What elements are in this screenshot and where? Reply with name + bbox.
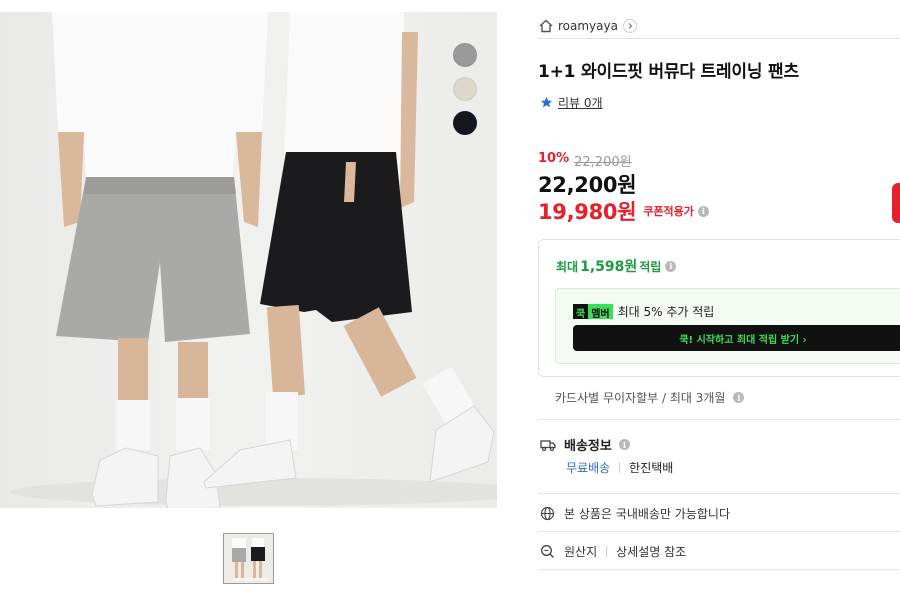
- info-icon[interactable]: i: [665, 260, 677, 272]
- buy-button[interactable]: [892, 183, 900, 223]
- membership-badge: 쿡 멤버: [573, 304, 613, 320]
- truck-icon: [540, 439, 556, 451]
- color-swatches: [453, 43, 479, 145]
- points-suffix: 적립: [639, 259, 662, 274]
- product-title: 1+1 와이드핏 버뮤다 트레이닝 팬츠: [538, 62, 799, 82]
- product-photo: [10, 12, 497, 508]
- origin-row: 원산지 상세설명 참조: [540, 543, 686, 560]
- points-amount: 1,598원: [580, 259, 638, 275]
- thumbnail-photo: [232, 538, 267, 581]
- review-row[interactable]: 리뷰 0개: [540, 94, 603, 111]
- installment-text: 카드사별 무이자할부 / 최대 3개월: [555, 391, 726, 405]
- badge-part-a: 쿡: [573, 304, 589, 320]
- info-icon[interactable]: i: [618, 439, 630, 450]
- membership-box: 쿡 멤버 최대 5% 추가 적립 쿡! 시작하고 최대 적립 받기 ›: [555, 288, 900, 364]
- product-info-panel: roamyaya 1+1 와이드핏 버뮤다 트레이닝 팬츠 리뷰 0개 10% …: [538, 0, 900, 603]
- product-thumbnail[interactable]: [223, 533, 274, 584]
- review-link[interactable]: 리뷰 0개: [558, 94, 603, 111]
- magnifier-icon: [541, 545, 554, 558]
- divider: [538, 531, 900, 532]
- coupon-price-row: 19,980원 쿠폰적용가 i: [538, 196, 709, 226]
- swatch-beige[interactable]: [453, 77, 477, 101]
- swatch-gray[interactable]: [453, 43, 477, 67]
- chevron-right-icon[interactable]: [622, 18, 637, 33]
- swatch-black[interactable]: [453, 111, 477, 135]
- store-name[interactable]: roamyaya: [558, 19, 618, 33]
- sale-price: 22,200원: [538, 173, 637, 197]
- origin-value: 상세설명 참조: [616, 545, 687, 559]
- domestic-shipping-row: 본 상품은 국내배송만 가능합니다: [540, 505, 730, 522]
- product-main-image[interactable]: [0, 12, 497, 508]
- info-icon[interactable]: i: [697, 205, 709, 217]
- shipping-label: 배송정보: [564, 439, 612, 454]
- domestic-text: 본 상품은 국내배송만 가능합니다: [564, 507, 731, 521]
- divider: [538, 419, 900, 420]
- points-prefix: 최대: [556, 259, 579, 274]
- divider: [538, 569, 900, 570]
- coupon-label: 쿠폰적용가: [643, 205, 694, 218]
- separator: [619, 462, 621, 473]
- installment-info: 카드사별 무이자할부 / 최대 3개월 i: [555, 389, 745, 406]
- coupon-price: 19,980원: [538, 200, 637, 224]
- info-icon[interactable]: i: [733, 392, 745, 403]
- shipping-header: 배송정보 i: [540, 435, 630, 454]
- shipping-carrier: 한진택배: [629, 461, 674, 475]
- free-shipping: 무료배송: [566, 461, 611, 475]
- badge-part-b: 멤버: [588, 304, 613, 320]
- divider: [538, 493, 900, 494]
- separator: [606, 546, 608, 557]
- star-icon: [540, 96, 553, 108]
- discount-rate: 10%: [538, 151, 570, 166]
- points-box: 최대 1,598원 적립 i 쿡 멤버 최대 5% 추가 적립 쿡! 시작하고 …: [538, 239, 900, 377]
- membership-cta-button[interactable]: 쿡! 시작하고 최대 적립 받기 ›: [573, 325, 900, 351]
- discount-row: 10% 22,200원: [538, 151, 632, 170]
- shipping-row: 무료배송 한진택배: [566, 459, 673, 476]
- origin-label: 원산지: [564, 545, 598, 559]
- home-icon: [539, 19, 553, 32]
- membership-text: 최대 5% 추가 적립: [617, 305, 715, 319]
- membership-line: 쿡 멤버 최대 5% 추가 적립: [573, 303, 714, 320]
- max-points: 최대 1,598원 적립 i: [556, 256, 677, 276]
- store-row[interactable]: roamyaya: [538, 13, 900, 39]
- globe-icon: [540, 506, 555, 521]
- original-price: 22,200원: [574, 155, 632, 170]
